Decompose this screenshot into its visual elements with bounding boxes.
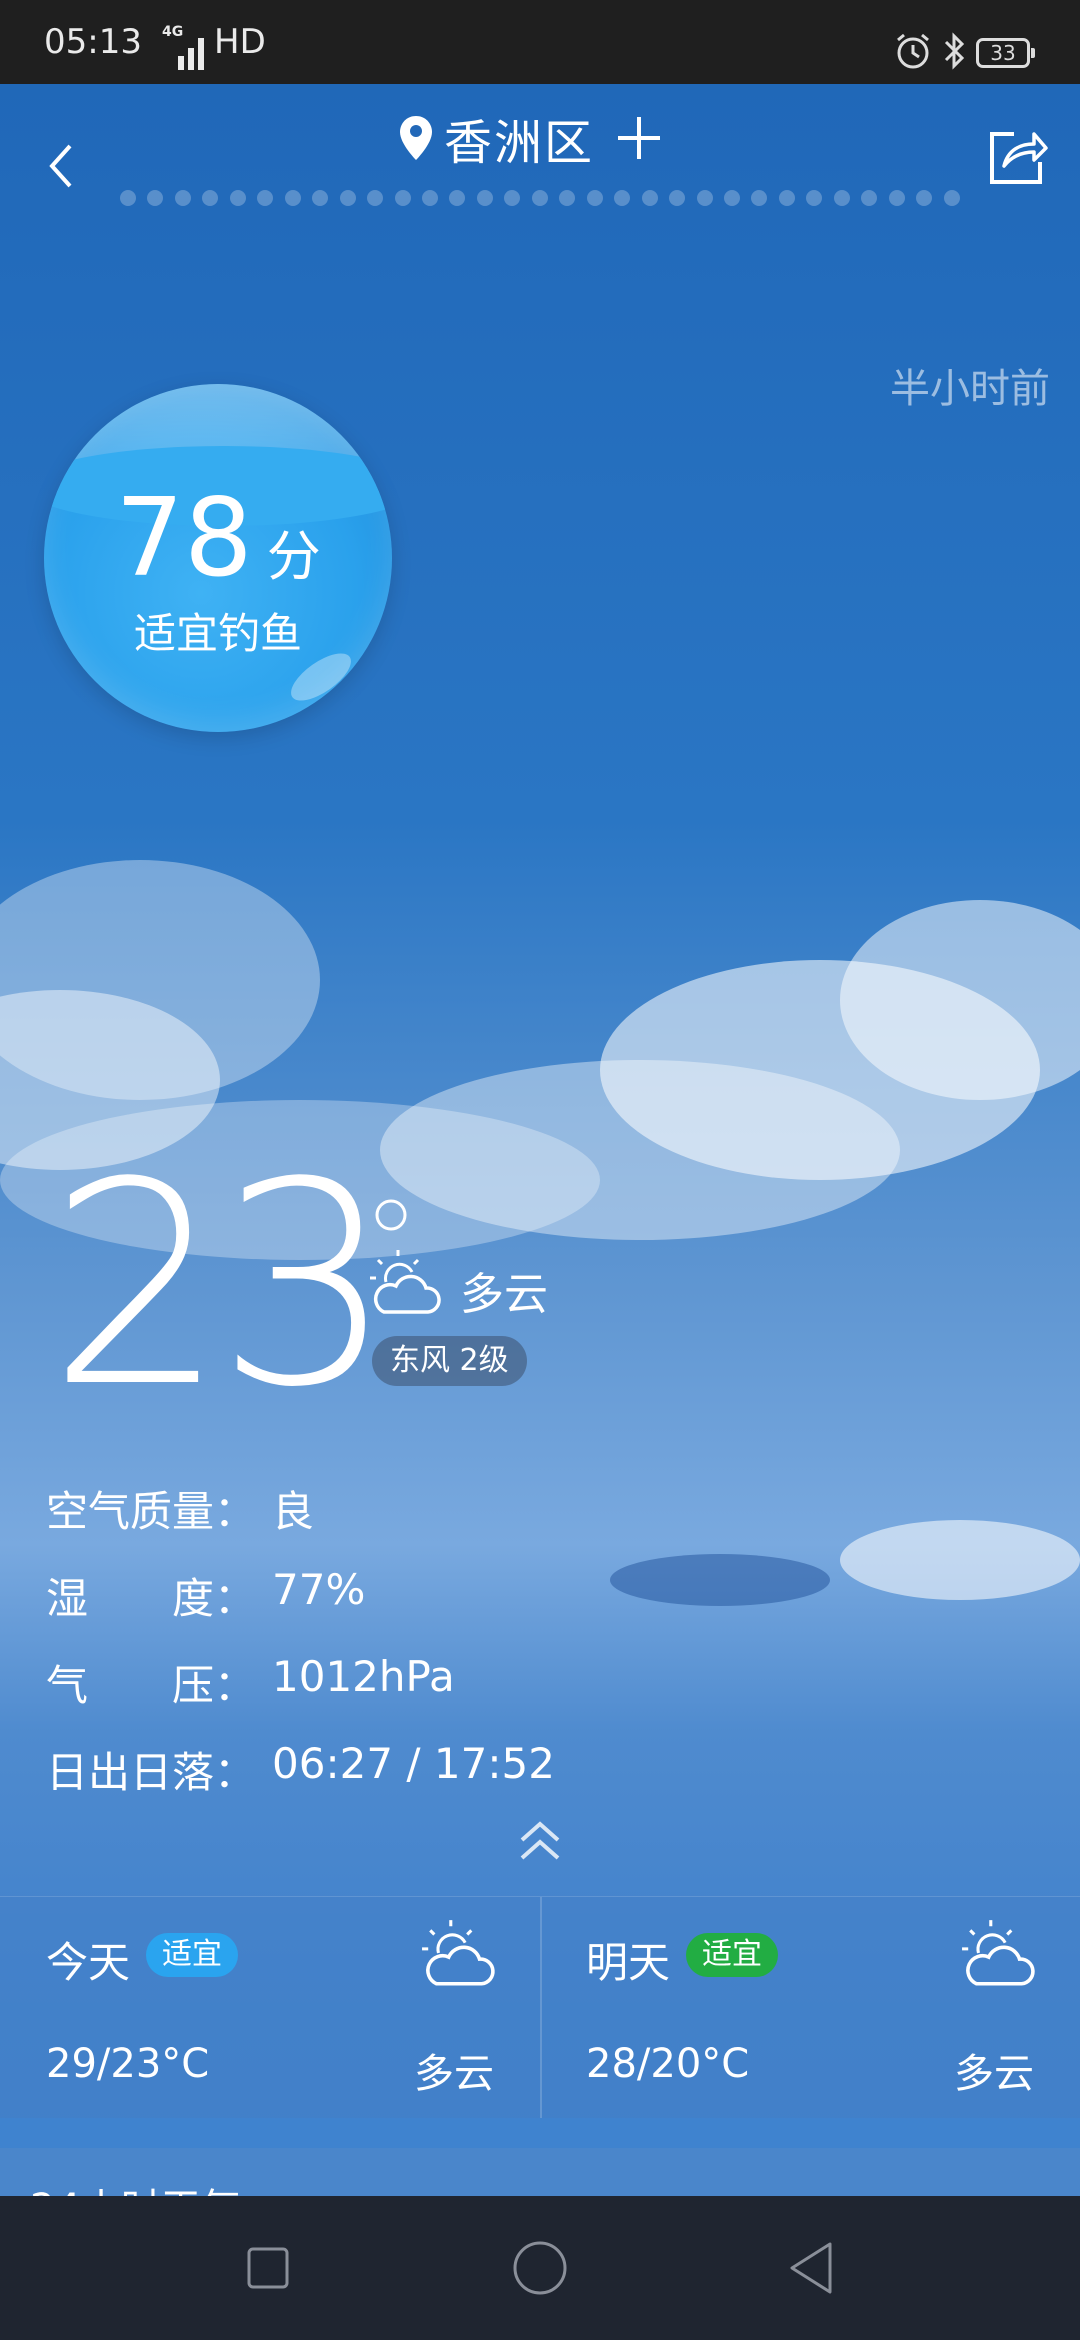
current-condition: 多云: [460, 1269, 548, 1320]
weather-screen: 05:13 4G HD 33 香洲区 半小时前 78 分 适宜钓鱼 23 多云 …: [0, 0, 1080, 2340]
daily-forecast: 今天 适宜 29/23°C 多云 明天 适宜 28/20°C 多云: [0, 1896, 1080, 2119]
fishing-index-ball[interactable]: 78 分 适宜钓鱼: [44, 384, 392, 732]
location-title[interactable]: 香洲区: [398, 108, 664, 171]
recents-icon[interactable]: [246, 2246, 290, 2290]
signal-icon: [178, 38, 204, 70]
fishing-score-unit: 分: [266, 525, 321, 588]
share-icon[interactable]: [986, 126, 1048, 188]
sunrise-sunset-row: 日出日落： 06:27 / 17:52: [46, 1739, 555, 1800]
city-name: 香洲区: [444, 115, 595, 171]
hd-indicator: HD: [214, 22, 266, 62]
forecast-condition: 多云: [954, 2051, 1034, 2097]
back-icon[interactable]: [786, 2240, 836, 2296]
detail-label: 日出日落：: [46, 1748, 257, 1797]
partly-cloudy-icon: [962, 1920, 1035, 1986]
bluetooth-icon: [944, 32, 965, 70]
section-divider: [0, 2118, 1080, 2148]
add-city-icon[interactable]: [614, 113, 664, 163]
suitability-badge: 适宜: [146, 1933, 238, 1977]
suitability-badge: 适宜: [686, 1933, 778, 1977]
detail-label: 气 压：: [46, 1661, 257, 1710]
wind-badge: 东风 2级: [372, 1336, 527, 1386]
detail-value: 1012hPa: [272, 1652, 455, 1701]
back-arrow-icon[interactable]: [42, 140, 82, 192]
humidity-row: 湿 度： 77%: [46, 1565, 365, 1626]
forecast-today[interactable]: 今天 适宜 29/23°C 多云: [0, 1897, 542, 2119]
status-bar: 05:13 4G HD 33: [0, 0, 1080, 84]
page-indicator: [120, 190, 960, 206]
partly-cloudy-icon: [370, 1250, 441, 1314]
detail-value: 良: [272, 1487, 315, 1536]
degree-icon: [375, 1199, 407, 1231]
air-quality-row: 空气质量： 良: [46, 1478, 314, 1539]
battery-indicator: 33: [976, 38, 1035, 68]
detail-label: 空气质量：: [46, 1487, 257, 1536]
detail-label: 湿 度：: [46, 1574, 257, 1623]
forecast-temps: 28/20°C: [586, 2041, 750, 2087]
forecast-temps: 29/23°C: [46, 2041, 210, 2087]
update-time: 半小时前: [890, 366, 1050, 412]
home-icon[interactable]: [512, 2240, 568, 2296]
forecast-day-label: 今天: [46, 1938, 131, 1987]
fishing-score: 78 分: [44, 484, 392, 594]
fishing-label: 适宜钓鱼: [133, 609, 302, 658]
alarm-icon: [897, 33, 929, 69]
detail-value: 06:27 / 17:52: [272, 1739, 555, 1788]
partly-cloudy-icon: [422, 1920, 495, 1986]
detail-value: 77%: [272, 1565, 366, 1614]
current-temperature: 23: [48, 1123, 394, 1449]
forecast-day-label: 明天: [586, 1938, 671, 1987]
fishing-score-value: 78: [115, 476, 253, 601]
pressure-row: 气 压： 1012hPa: [46, 1652, 455, 1713]
forecast-condition: 多云: [414, 2051, 494, 2097]
status-time: 05:13: [44, 22, 142, 62]
forecast-tomorrow[interactable]: 明天 适宜 28/20°C 多云: [540, 1897, 1080, 2119]
location-pin-icon: [400, 116, 432, 160]
expand-up-icon[interactable]: [516, 1818, 564, 1864]
